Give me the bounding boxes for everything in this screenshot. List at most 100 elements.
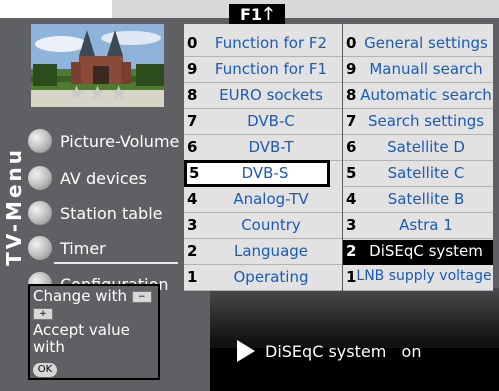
item-number: 2 (187, 242, 198, 260)
sidebar-item-label: Timer (60, 238, 106, 258)
menu-item-dvb-t[interactable]: 6 DVB-T (184, 136, 342, 161)
menu-item-language[interactable]: 2 Language (184, 240, 342, 265)
help-accept-text: Accept value with (33, 321, 130, 356)
item-number: 6 (346, 138, 357, 156)
help-box: Change with − + Accept value with OK (28, 284, 160, 380)
item-number: 9 (187, 60, 198, 78)
f1-key-label: F1 (229, 4, 285, 26)
item-number: 9 (346, 60, 357, 78)
ball-icon (28, 201, 52, 225)
item-label: Analog-TV (233, 190, 309, 208)
item-label: Country (241, 216, 301, 234)
item-number: 5 (189, 164, 200, 182)
menu-item-country[interactable]: 3 Country (184, 214, 342, 239)
dvb-s-submenu: 0 General settings 9 Manuall search 8 Au… (343, 24, 493, 291)
item-number: 8 (346, 86, 357, 104)
item-number: 6 (187, 138, 198, 156)
item-label: DiSEqC system (369, 242, 483, 260)
item-label: Astra 1 (399, 216, 453, 234)
item-label: Satellite B (387, 190, 465, 208)
item-number: 8 (187, 86, 198, 104)
menu-item-analog-tv[interactable]: 4 Analog-TV (184, 188, 342, 213)
sidebar-item-timer[interactable]: Timer (28, 234, 106, 262)
menu-item-general-settings[interactable]: 0 General settings (343, 32, 493, 57)
item-number: 0 (187, 34, 198, 52)
item-label: Automatic search (360, 86, 492, 104)
item-number: 4 (187, 190, 198, 208)
sidebar-item-picture-volume[interactable]: Picture-Volume (28, 127, 179, 155)
help-line-change: Change with − + (33, 288, 158, 322)
divider (343, 56, 493, 57)
ball-icon (28, 236, 52, 260)
top-bar (112, 0, 499, 18)
menu-item-satellite-c[interactable]: 5 Satellite C (343, 162, 493, 187)
menu-item-automatic-search[interactable]: 8 Automatic search (343, 84, 493, 109)
menu-item-function-f1[interactable]: 9 Function for F1 (184, 58, 342, 83)
menu-item-search-settings[interactable]: 7 Search settings (343, 110, 493, 135)
item-label: General settings (364, 34, 488, 52)
ball-icon (28, 129, 52, 153)
menu-item-lnb-supply-voltage[interactable]: 1 LNB supply voltage (343, 266, 493, 291)
item-label: DVB-T (248, 138, 294, 156)
item-label: Language (233, 242, 309, 260)
ok-button-icon: OK (33, 363, 57, 377)
divider (343, 186, 493, 187)
item-label: Function for F1 (214, 60, 328, 78)
divider (343, 82, 493, 83)
rating-stars: ★★★ (68, 82, 132, 104)
menu-item-operating[interactable]: 1 Operating (184, 266, 342, 291)
menu-item-astra-1[interactable]: 3 Astra 1 (343, 214, 493, 239)
item-number: 5 (346, 164, 357, 182)
minus-button-icon: − (131, 290, 152, 303)
item-number: 3 (187, 216, 198, 234)
divider (343, 290, 493, 291)
item-number: 3 (346, 216, 357, 234)
item-label: Operating (233, 268, 309, 286)
item-number: 2 (346, 242, 357, 260)
sidebar-item-label: Station table (60, 203, 163, 223)
item-label: Satellite C (387, 164, 465, 182)
item-label: Satellite D (387, 138, 465, 156)
menu-item-satellite-b[interactable]: 4 Satellite B (343, 188, 493, 213)
item-number: 0 (346, 34, 357, 52)
item-number: 7 (346, 112, 357, 130)
item-label: Function for F2 (214, 34, 328, 52)
menu-item-dvb-s[interactable]: 5 DVB-S (186, 162, 328, 187)
play-icon (237, 340, 255, 362)
divider (343, 212, 493, 213)
up-arrow-icon: 🡑 (264, 4, 273, 24)
menu-item-dvb-c[interactable]: 7 DVB-C (184, 110, 342, 135)
item-label: Manuall search (369, 60, 483, 78)
divider (184, 238, 342, 239)
item-number: 1 (187, 268, 198, 286)
divider (184, 108, 342, 109)
sidebar-item-av-devices[interactable]: AV devices (28, 164, 147, 192)
selection-underline (54, 262, 178, 264)
menu-item-euro-sockets[interactable]: 8 EURO sockets (184, 84, 342, 109)
divider (184, 264, 342, 265)
tv-menu-title: TV-Menu (2, 147, 26, 266)
divider (184, 56, 342, 57)
item-label: Search settings (367, 112, 485, 130)
menu-item-function-f2[interactable]: 0 Function for F2 (184, 32, 342, 57)
help-change-text: Change with (33, 287, 128, 305)
config-menu: 0 Function for F2 9 Function for F1 8 EU… (184, 24, 342, 291)
item-number: 4 (346, 190, 357, 208)
item-label: DVB-S (241, 164, 289, 182)
menu-item-satellite-d[interactable]: 6 Satellite D (343, 136, 493, 161)
menu-item-manual-search[interactable]: 9 Manuall search (343, 58, 493, 83)
ball-icon (28, 166, 52, 190)
f1-key-text: F1 (239, 5, 263, 24)
divider (343, 160, 493, 161)
divider (184, 212, 342, 213)
divider (343, 134, 493, 135)
sidebar-item-station-table[interactable]: Station table (28, 199, 163, 227)
sidebar-item-label: Picture-Volume (60, 131, 180, 151)
plus-button-icon: + (33, 307, 53, 320)
divider (184, 290, 342, 291)
divider (184, 134, 342, 135)
menu-item-diseqc-system[interactable]: 2 DiSEqC system (343, 240, 493, 265)
divider (343, 108, 493, 109)
item-label: DVB-C (247, 112, 295, 130)
item-label: LNB supply voltage (356, 268, 492, 284)
